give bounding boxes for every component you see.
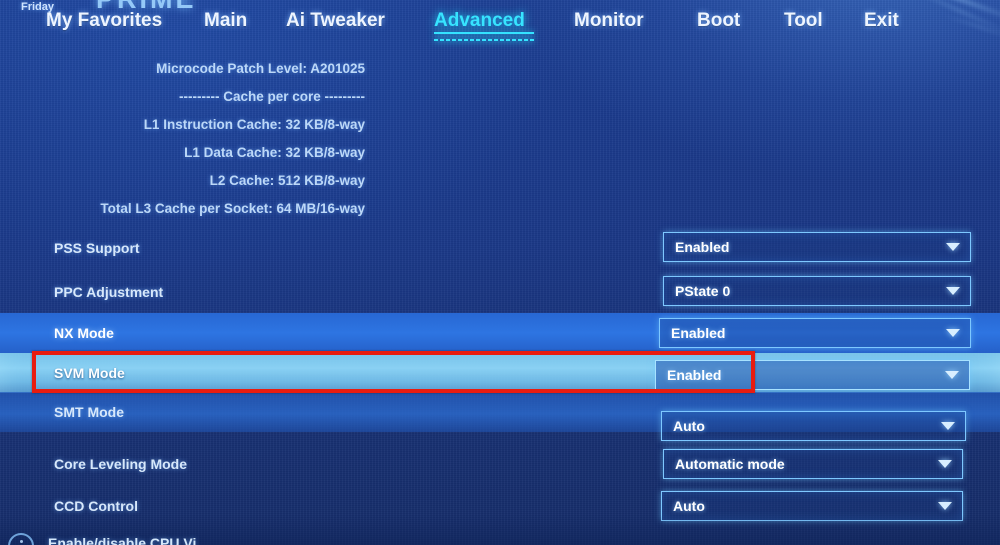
chevron-down-icon[interactable] xyxy=(946,287,960,295)
chevron-down-icon[interactable] xyxy=(945,371,959,379)
chevron-down-icon[interactable] xyxy=(946,243,960,251)
setting-label: NX Mode xyxy=(54,325,114,341)
cpu-info-line: Microcode Patch Level: A201025 xyxy=(156,61,365,76)
main-navigation: My Favorites Main Ai Tweaker Advanced Monito… xyxy=(0,10,1000,46)
cpu-info-line: L2 Cache: 512 KB/8-way xyxy=(209,173,365,188)
bios-screen: PRIME Friday My FavoritesMainAi TweakerA… xyxy=(0,0,1000,545)
nav-active-underline xyxy=(434,32,534,34)
dropdown-value: Automatic mode xyxy=(675,456,785,472)
dropdown-value: Enabled xyxy=(671,325,726,341)
cpu-info-block: Microcode Patch Level: A201025 --------- … xyxy=(0,55,392,223)
setting-dropdown-core-leveling-mode[interactable]: Automatic mode xyxy=(663,449,963,479)
dropdown-value: Auto xyxy=(673,498,705,514)
setting-dropdown-ccd-control[interactable]: Auto xyxy=(661,491,963,521)
nav-item-monitor[interactable]: Monitor xyxy=(574,10,644,32)
nav-item-advanced[interactable]: Advanced xyxy=(434,10,525,32)
dropdown-value: Enabled xyxy=(675,239,730,255)
help-description: Enable/disable CPU Vi xyxy=(48,535,197,545)
setting-dropdown-smt-mode[interactable]: Auto xyxy=(661,411,966,441)
setting-dropdown-ppc-adjustment[interactable]: PState 0 xyxy=(663,276,971,306)
setting-dropdown-pss-support[interactable]: Enabled xyxy=(663,232,971,262)
nav-active-underline-dotted xyxy=(434,39,534,41)
setting-dropdown-svm-mode[interactable]: Enabled xyxy=(655,360,970,390)
setting-label: Core Leveling Mode xyxy=(54,456,188,472)
cpu-info-line: --------- Cache per core --------- xyxy=(179,89,365,104)
dropdown-value: Auto xyxy=(673,418,705,434)
nav-item-ai-tweaker[interactable]: Ai Tweaker xyxy=(286,10,385,32)
setting-label: PSS Support xyxy=(54,240,140,256)
info-circle-icon xyxy=(8,533,34,545)
setting-label: CCD Control xyxy=(54,498,138,514)
nav-item-boot[interactable]: Boot xyxy=(697,10,740,32)
chevron-down-icon[interactable] xyxy=(938,460,952,468)
nav-item-main[interactable]: Main xyxy=(204,10,247,32)
dropdown-value: PState 0 xyxy=(675,283,731,299)
chevron-down-icon[interactable] xyxy=(941,422,955,430)
cpu-info-line: Total L3 Cache per Socket: 64 MB/16-way xyxy=(100,201,365,216)
nav-item-exit[interactable]: Exit xyxy=(864,10,899,32)
setting-label: SMT Mode xyxy=(54,404,124,420)
cpu-info-line: L1 Data Cache: 32 KB/8-way xyxy=(184,145,365,160)
dropdown-value: Enabled xyxy=(667,367,722,383)
setting-label: PPC Adjustment xyxy=(54,284,164,300)
chevron-down-icon[interactable] xyxy=(938,502,952,510)
nav-item-tool[interactable]: Tool xyxy=(784,10,823,32)
chevron-down-icon[interactable] xyxy=(946,329,960,337)
help-bar: Enable/disable CPU Vi xyxy=(0,523,1000,545)
setting-dropdown-nx-mode[interactable]: Enabled xyxy=(659,318,971,348)
nav-item-my-favorites[interactable]: My Favorites xyxy=(46,10,162,32)
cpu-info-line: L1 Instruction Cache: 32 KB/8-way xyxy=(143,117,365,132)
setting-label: SVM Mode xyxy=(54,365,125,381)
